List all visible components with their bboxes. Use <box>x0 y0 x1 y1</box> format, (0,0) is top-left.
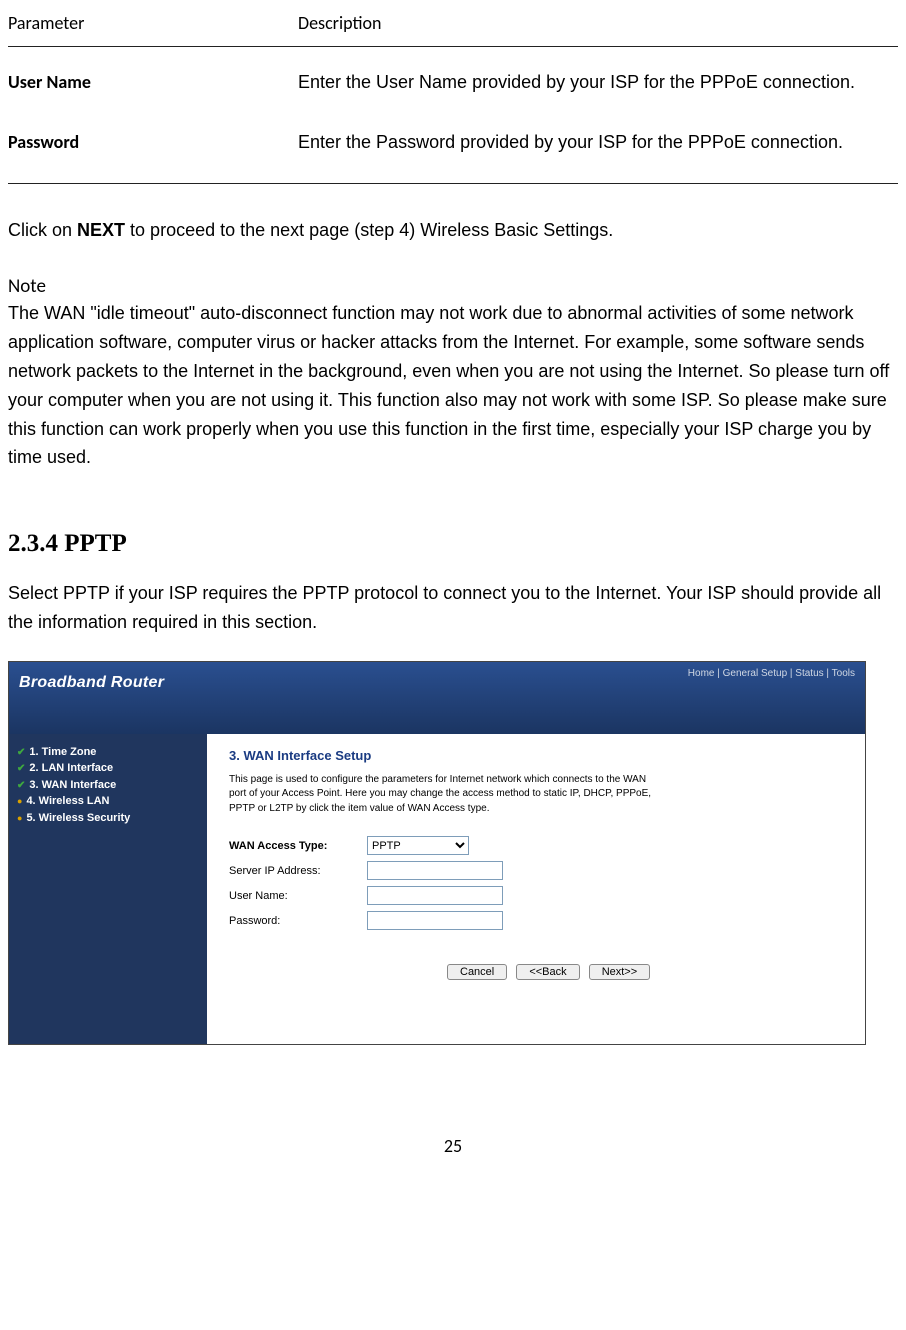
user-name-row: User Name: <box>229 886 845 905</box>
sidebar-item-lan-interface[interactable]: ✔2. LAN Interface <box>17 760 199 777</box>
check-icon: ✔ <box>17 747 25 758</box>
sidebar-item-wan-interface[interactable]: ✔3. WAN Interface <box>17 777 199 794</box>
note-heading: Note <box>8 275 898 300</box>
password-row: Password: <box>229 911 845 930</box>
wan-access-type-label: WAN Access Type: <box>229 840 367 852</box>
wan-access-type-select[interactable]: PPTP <box>367 836 469 855</box>
top-link-general-setup[interactable]: General Setup <box>723 668 788 679</box>
sidebar-item-time-zone[interactable]: ✔1. Time Zone <box>17 744 199 761</box>
top-link-home[interactable]: Home <box>688 668 715 679</box>
bullet-icon: ● <box>17 796 22 806</box>
password-input[interactable] <box>367 911 503 930</box>
password-label: Password: <box>229 915 367 927</box>
parameter-table: Parameter Description User Name Enter th… <box>8 8 898 184</box>
col-header-parameter: Parameter <box>8 8 298 47</box>
param-desc: Enter the Password provided by your ISP … <box>298 107 898 184</box>
router-screenshot: Broadband Router Home | General Setup | … <box>8 661 866 1045</box>
router-main-title: 3. WAN Interface Setup <box>229 748 845 763</box>
bullet-icon: ● <box>17 813 22 823</box>
col-header-description: Description <box>298 8 898 47</box>
top-link-tools[interactable]: Tools <box>832 668 855 679</box>
click-next-paragraph: Click on NEXT to proceed to the next pag… <box>8 214 898 246</box>
sidebar-item-wireless-security[interactable]: ●5. Wireless Security <box>17 810 199 827</box>
check-icon: ✔ <box>17 780 25 791</box>
table-row: Password Enter the Password provided by … <box>8 107 898 184</box>
param-name: User Name <box>8 47 298 108</box>
next-button[interactable]: Next>> <box>589 964 650 980</box>
server-ip-input[interactable] <box>367 861 503 880</box>
note-body: The WAN "idle timeout" auto-disconnect f… <box>8 299 898 472</box>
top-link-status[interactable]: Status <box>795 668 823 679</box>
router-main-desc: This page is used to configure the param… <box>229 773 659 817</box>
router-header: Broadband Router Home | General Setup | … <box>9 662 865 734</box>
server-ip-row: Server IP Address: <box>229 861 845 880</box>
server-ip-label: Server IP Address: <box>229 865 367 877</box>
click-next-pre: Click on <box>8 220 77 240</box>
back-button[interactable]: <<Back <box>516 964 579 980</box>
param-name: Password <box>8 107 298 184</box>
user-name-input[interactable] <box>367 886 503 905</box>
button-row: Cancel <<Back Next>> <box>447 964 845 980</box>
cancel-button[interactable]: Cancel <box>447 964 507 980</box>
click-next-bold: NEXT <box>77 220 125 240</box>
page-number: 25 <box>8 1135 898 1157</box>
param-desc: Enter the User Name provided by your ISP… <box>298 47 898 108</box>
click-next-post: to proceed to the next page (step 4) Wir… <box>125 220 613 240</box>
router-main: 3. WAN Interface Setup This page is used… <box>207 734 865 1044</box>
router-top-links: Home | General Setup | Status | Tools <box>688 668 855 679</box>
section-heading: 2.3.4 PPTP <box>8 530 898 558</box>
user-name-label: User Name: <box>229 890 367 902</box>
check-icon: ✔ <box>17 763 25 774</box>
table-row: User Name Enter the User Name provided b… <box>8 47 898 108</box>
sidebar-item-wireless-lan[interactable]: ●4. Wireless LAN <box>17 793 199 810</box>
section-intro: Select PPTP if your ISP requires the PPT… <box>8 579 898 637</box>
wan-access-type-row: WAN Access Type: PPTP <box>229 836 845 855</box>
router-sidebar: ✔1. Time Zone ✔2. LAN Interface ✔3. WAN … <box>9 734 207 1044</box>
